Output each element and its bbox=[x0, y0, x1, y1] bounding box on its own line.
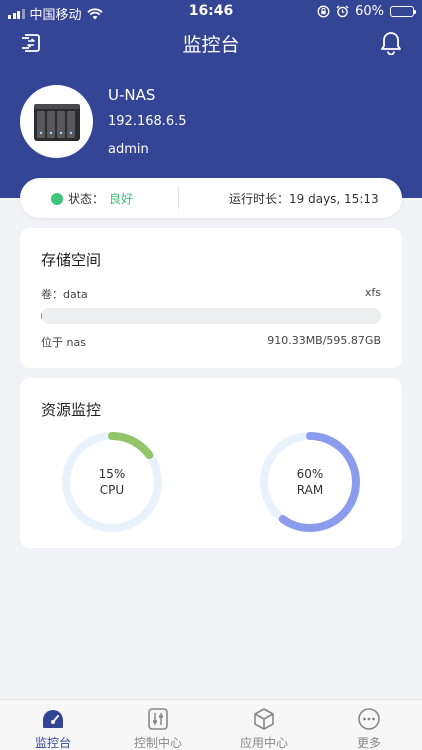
alarm-icon bbox=[336, 5, 349, 18]
page-title: 监控台 bbox=[182, 34, 240, 56]
cube-icon bbox=[254, 708, 274, 730]
battery-percent: 60% bbox=[355, 4, 384, 19]
ram-percent: 60% bbox=[296, 467, 324, 481]
storage-usage: 910.33MB/595.87GB bbox=[267, 334, 381, 347]
volume-name: 卷：data bbox=[41, 288, 88, 301]
more-icon bbox=[358, 708, 380, 730]
device-ip: 192.168.6.5 bbox=[108, 114, 187, 129]
divider bbox=[178, 187, 179, 209]
tab-label: 更多 bbox=[356, 736, 381, 750]
rotation-lock-icon bbox=[317, 5, 330, 18]
status-dot-icon bbox=[51, 192, 63, 205]
storage-location: 位于 nas bbox=[41, 336, 86, 349]
storage-progress-bar bbox=[41, 308, 381, 324]
nas-device-image bbox=[33, 103, 80, 141]
cpu-percent: 15% bbox=[98, 467, 126, 481]
bell-icon[interactable] bbox=[380, 31, 402, 55]
device-user: admin bbox=[108, 142, 149, 157]
resource-card: 资源监控 15% CPU 60% RAM bbox=[20, 378, 402, 548]
uptime-value: 19 days, 15:13 bbox=[289, 192, 379, 206]
status-value: 良好 bbox=[109, 192, 134, 206]
storage-progress-fill bbox=[41, 308, 42, 324]
storage-title: 存储空间 bbox=[41, 251, 102, 269]
filesystem-type: xfs bbox=[364, 286, 381, 299]
cpu-label: CPU bbox=[99, 483, 125, 497]
status-bar: 中国移动 16:46 60% bbox=[0, 0, 422, 24]
status-summary: 状态： 良好 运行时长：19 days, 15:13 bbox=[20, 178, 402, 218]
dashboard-icon bbox=[43, 710, 63, 728]
device-avatar[interactable] bbox=[20, 85, 93, 158]
cpu-gauge: 15% CPU bbox=[60, 430, 164, 534]
tab-label: 应用中心 bbox=[239, 736, 288, 750]
ram-label: RAM bbox=[296, 483, 324, 497]
tab-bar: 监控台 控制中心 应用中心 更多 bbox=[0, 699, 422, 750]
tab-label: 监控台 bbox=[34, 736, 71, 750]
tab-more[interactable]: 更多 bbox=[324, 700, 414, 750]
battery-icon bbox=[390, 6, 416, 17]
control-sliders-icon bbox=[148, 708, 168, 730]
storage-card[interactable]: 存储空间 卷：data xfs 位于 nas 910.33MB/595.87GB bbox=[20, 228, 402, 368]
tab-label: 控制中心 bbox=[133, 736, 182, 750]
uptime-label: 运行时长： bbox=[229, 192, 290, 206]
resource-title: 资源监控 bbox=[41, 401, 102, 419]
nav-bar: 监控台 bbox=[0, 24, 422, 64]
tab-app-center[interactable]: 应用中心 bbox=[219, 700, 309, 750]
device-name: U-NAS bbox=[108, 86, 156, 104]
status-label: 状态： bbox=[68, 192, 105, 206]
tab-dashboard[interactable]: 监控台 bbox=[8, 700, 98, 750]
tab-control-center[interactable]: 控制中心 bbox=[113, 700, 203, 750]
ram-gauge: 60% RAM bbox=[258, 430, 362, 534]
